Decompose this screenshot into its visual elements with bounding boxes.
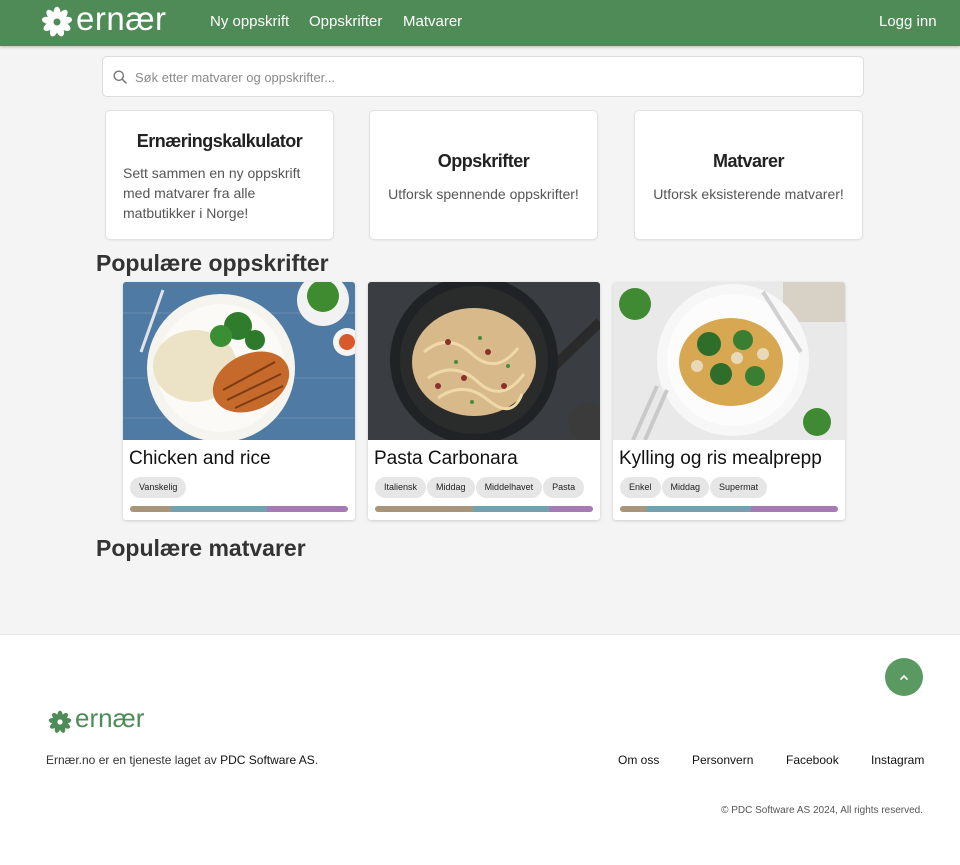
footer-logo-text: ernær: [75, 703, 145, 733]
recipe-tag: Middelhavet: [475, 477, 543, 498]
tag-list: Italiensk Middag Middelhavet Pasta: [375, 477, 585, 498]
feature-card-calculator[interactable]: Ernæringskalkulator Sett sammen en ny op…: [105, 110, 334, 240]
nutrition-segment: [750, 506, 838, 512]
recipe-tag: Middag: [427, 477, 475, 498]
nav-new-recipe[interactable]: Ny oppskrift: [210, 13, 289, 30]
footer-link-instagram[interactable]: Instagram: [871, 753, 924, 767]
site-logo[interactable]: ernær: [41, 0, 167, 38]
recipe-card[interactable]: Kylling og ris mealprepp Enkel Middag Su…: [613, 282, 845, 520]
popular-foods-heading: Populære matvarer: [96, 535, 306, 561]
nutrition-segment: [267, 506, 348, 512]
feature-text: Sett sammen en ny oppskrift med matvarer…: [123, 165, 301, 221]
nutrition-bar: [130, 506, 348, 512]
nav-foods[interactable]: Matvarer: [403, 13, 462, 30]
feature-text: Utforsk eksisterende matvarer!: [653, 186, 844, 202]
top-navbar: ernær Ny oppskrift Oppskrifter Matvarer …: [0, 0, 960, 46]
tag-list: Enkel Middag Supermat: [620, 477, 768, 498]
search-input[interactable]: [133, 57, 857, 98]
feature-card-recipes[interactable]: Oppskrifter Utforsk spennende oppskrifte…: [369, 110, 598, 240]
nutrition-segment: [375, 506, 474, 512]
recipe-tag: Vanskelig: [130, 477, 187, 498]
footer-link-about[interactable]: Om oss: [618, 753, 659, 767]
nutrition-segment: [473, 506, 550, 512]
feature-card-foods[interactable]: Matvarer Utforsk eksisterende matvarer!: [634, 110, 863, 240]
nutrition-bar: [620, 506, 838, 512]
footer-credit: Ernær.no er en tjeneste laget av PDC Sof…: [46, 753, 318, 767]
feature-title: Ernæringskalkulator: [136, 131, 303, 151]
logo-text: ernær: [76, 0, 167, 37]
flower-icon: [41, 6, 73, 37]
nutrition-bar: [375, 506, 593, 512]
recipe-title: Pasta Carbonara: [374, 448, 518, 469]
recipe-tag: Middag: [661, 477, 710, 498]
recipe-title: Kylling og ris mealprepp: [619, 448, 822, 469]
recipe-card[interactable]: Chicken and rice Vanskelig: [123, 282, 355, 520]
nutrition-segment: [549, 506, 593, 512]
feature-title: Oppskrifter: [437, 151, 530, 171]
flower-icon: [48, 710, 72, 733]
recipe-image: [123, 282, 355, 440]
nav-recipes[interactable]: Oppskrifter: [309, 13, 382, 30]
scroll-to-top-button[interactable]: [885, 658, 923, 696]
credit-prefix: Ernær.no er en tjeneste laget av: [46, 753, 221, 767]
login-link[interactable]: Logg inn: [879, 13, 937, 30]
feature-title: Matvarer: [712, 151, 785, 171]
nutrition-segment: [620, 506, 647, 512]
recipe-image: [613, 282, 845, 440]
chevron-up-icon: [900, 674, 908, 680]
recipe-tag: Italiensk: [375, 477, 427, 498]
nutrition-segment: [171, 506, 268, 512]
popular-recipes-heading: Populære oppskrifter: [96, 250, 329, 276]
pdc-link[interactable]: PDC Software AS: [220, 753, 315, 767]
recipe-tag: Supermat: [710, 477, 768, 498]
credit-suffix: .: [314, 753, 319, 767]
footer: [0, 634, 960, 865]
recipe-image: [368, 282, 600, 440]
nutrition-segment: [646, 506, 751, 512]
recipe-card[interactable]: Pasta Carbonara Italiensk Middag Middelh…: [368, 282, 600, 520]
nutrition-segment: [130, 506, 172, 512]
recipe-title: Chicken and rice: [129, 448, 271, 469]
copyright: © PDC Software AS 2024, All rights reser…: [721, 805, 923, 816]
footer-link-privacy[interactable]: Personvern: [692, 753, 753, 767]
tag-list: Vanskelig: [130, 477, 187, 498]
recipe-tag: Pasta: [543, 477, 585, 498]
footer-link-facebook[interactable]: Facebook: [786, 753, 839, 767]
feature-text: Utforsk spennende oppskrifter!: [388, 186, 579, 202]
search-bar: [102, 56, 864, 98]
search-icon: [113, 70, 127, 84]
recipe-tag: Enkel: [620, 477, 661, 498]
footer-logo[interactable]: ernær: [48, 703, 145, 737]
